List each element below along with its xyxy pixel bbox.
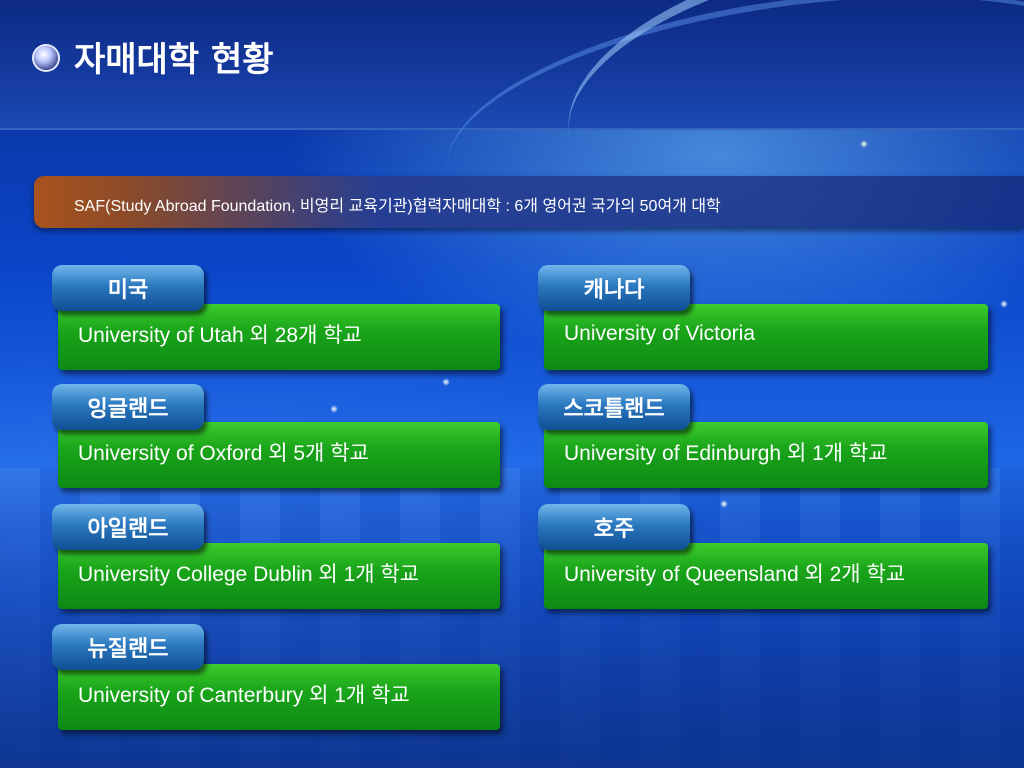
sparkle-icon xyxy=(720,500,728,508)
country-tab-new-zealand: 뉴질랜드 xyxy=(52,624,204,670)
university-label: University of Queensland 외 2개 학교 xyxy=(564,563,906,586)
university-label: University of Canterbury 외 1개 학교 xyxy=(78,684,410,707)
university-box-canada: University of Victoria xyxy=(544,304,988,370)
university-box-usa: University of Utah 외 28개 학교 xyxy=(58,304,500,370)
university-label: University of Oxford 외 5개 학교 xyxy=(78,442,369,465)
university-box-scotland: University of Edinburgh 외 1개 학교 xyxy=(544,422,988,488)
university-label: University of Utah 외 28개 학교 xyxy=(78,324,362,347)
sparkle-icon xyxy=(1000,300,1008,308)
subtitle-banner: SAF(Study Abroad Foundation, 비영리 교육기관)협력… xyxy=(34,176,1024,228)
university-label: University of Edinburgh 외 1개 학교 xyxy=(564,442,888,465)
university-box-ireland: University College Dublin 외 1개 학교 xyxy=(58,543,500,609)
university-box-new-zealand: University of Canterbury 외 1개 학교 xyxy=(58,664,500,730)
university-label: University of Victoria xyxy=(564,322,756,345)
country-tab-usa: 미국 xyxy=(52,265,204,311)
bullet-icon xyxy=(34,46,58,70)
sparkle-icon xyxy=(442,378,450,386)
country-tab-australia: 호주 xyxy=(538,504,690,550)
university-box-australia: University of Queensland 외 2개 학교 xyxy=(544,543,988,609)
country-tab-ireland: 아일랜드 xyxy=(52,504,204,550)
country-tab-england: 잉글랜드 xyxy=(52,384,204,430)
university-box-england: University of Oxford 외 5개 학교 xyxy=(58,422,500,488)
title-bar: 자매대학 현황 xyxy=(0,0,1024,294)
slide-title: 자매대학 현황 xyxy=(74,40,274,80)
subtitle-text: SAF(Study Abroad Foundation, 비영리 교육기관)협력… xyxy=(74,198,721,215)
country-tab-scotland: 스코틀랜드 xyxy=(538,384,690,430)
university-label: University College Dublin 외 1개 학교 xyxy=(78,563,420,586)
country-tab-canada: 캐나다 xyxy=(538,265,690,311)
sparkle-icon xyxy=(330,405,338,413)
